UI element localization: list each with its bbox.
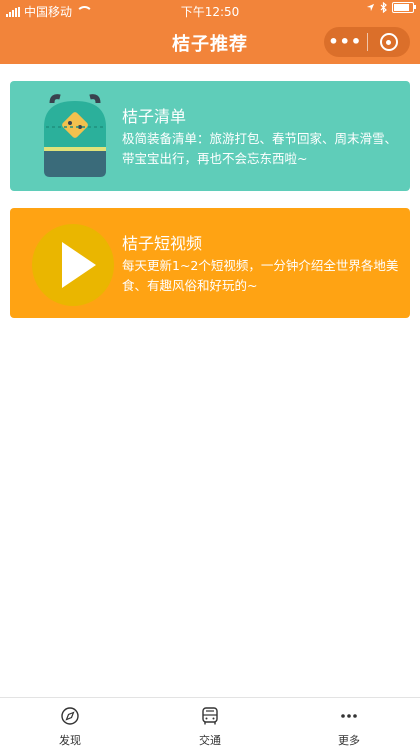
more-dots-icon[interactable]: ••• [324,27,367,57]
bluetooth-icon [380,2,387,13]
status-right [366,2,416,13]
card-short-video[interactable]: 桔子短视频 每天更新1~2个短视频，一分钟介绍全世界各地美食、有趣风俗和好玩的~ [10,208,410,318]
tab-label: 更多 [338,734,360,747]
more-dots-icon [341,714,357,718]
tab-bar: 发现 交通 更多 [0,697,420,748]
card-description: 极简装备清单：旅游打包、春节回家、周末滑雪、带宝宝出行，再也不会忘东西啦~ [122,131,398,166]
tab-transport[interactable]: 交通 [170,706,250,748]
play-icon [32,224,114,306]
card-title: 桔子清单 [122,107,187,126]
tab-more[interactable]: 更多 [309,706,389,748]
capsule-menu: ••• [324,27,410,57]
status-bar: 中国移动 下午12:50 [0,0,420,20]
capsule-close-button[interactable] [368,33,411,51]
battery-icon [392,2,416,13]
card-checklist[interactable]: 桔子清单 极简装备清单：旅游打包、春节回家、周末滑雪、带宝宝出行，再也不会忘东西… [10,81,410,191]
location-icon [366,3,375,12]
capsule-close-icon [379,33,398,51]
tab-discover[interactable]: 发现 [30,706,110,748]
compass-icon [61,707,79,725]
tab-label: 发现 [59,734,81,747]
card-description: 每天更新1~2个短视频，一分钟介绍全世界各地美食、有趣风俗和好玩的~ [122,258,399,293]
top-bar: 中国移动 下午12:50 桔子推荐 ••• [0,0,420,64]
card-title: 桔子短视频 [122,234,203,253]
backpack-icon [44,94,106,177]
tab-label: 交通 [199,734,221,747]
status-time: 下午12:50 [180,5,240,19]
bus-icon [202,707,218,725]
